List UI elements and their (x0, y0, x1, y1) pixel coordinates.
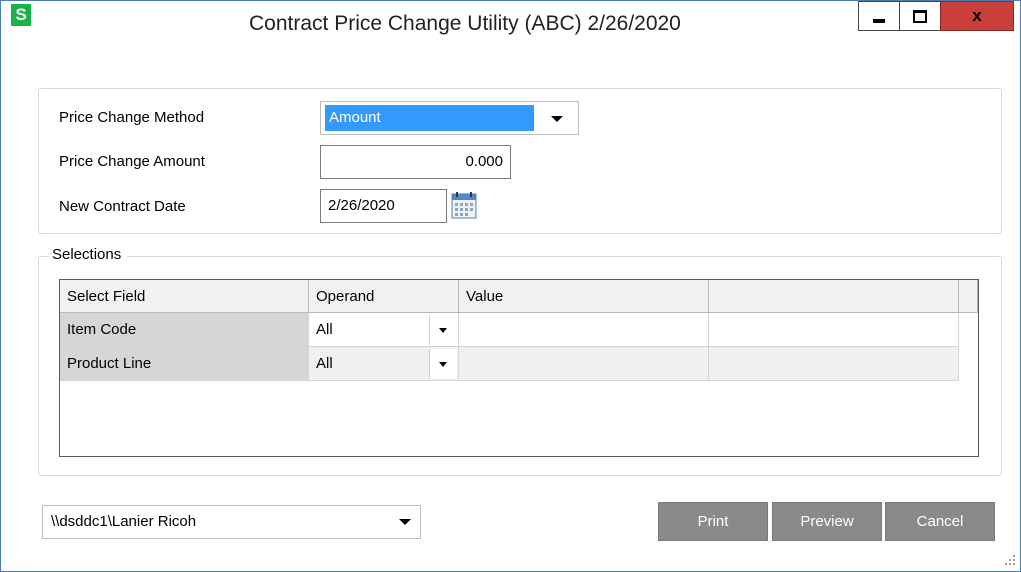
printer-dropdown[interactable]: \\dsddc1\Lanier Ricoh (42, 505, 421, 539)
printer-value: \\dsddc1\Lanier Ricoh (51, 513, 197, 530)
price-change-method-label: Price Change Method (59, 109, 205, 126)
preview-button-label: Preview (800, 513, 854, 530)
operand-value: All (316, 355, 333, 372)
maximize-icon (913, 9, 927, 23)
column-header-select-field[interactable]: Select Field (60, 280, 309, 313)
new-contract-date-label: New Contract Date (59, 198, 186, 215)
app-icon: S (11, 4, 31, 26)
column-header-filler (959, 280, 978, 313)
cancel-button[interactable]: Cancel (885, 502, 995, 541)
chevron-down-icon (551, 116, 563, 122)
chevron-down-icon (439, 328, 447, 333)
column-header-value[interactable]: Value (459, 280, 709, 313)
minimize-icon (873, 19, 885, 23)
operand-value: All (316, 321, 333, 338)
maximize-button[interactable] (899, 1, 941, 31)
blank-cell (709, 347, 959, 381)
price-change-amount-field[interactable]: 0.000 (320, 145, 511, 179)
value-cell[interactable] (459, 313, 709, 347)
calendar-icon[interactable] (451, 192, 477, 219)
column-header-blank[interactable] (709, 280, 959, 313)
selections-legend: Selections (49, 246, 128, 263)
price-change-method-value: Amount (325, 105, 534, 131)
title-bar[interactable]: S Contract Price Change Utility (ABC) 2/… (1, 1, 1020, 39)
chevron-down-icon (439, 362, 447, 367)
close-button[interactable]: x (940, 1, 1014, 31)
main-window: S Contract Price Change Utility (ABC) 2/… (0, 0, 1021, 572)
column-header-operand[interactable]: Operand (309, 280, 459, 313)
table-row-field[interactable]: Product Line (60, 347, 309, 381)
minimize-button[interactable] (858, 1, 900, 31)
new-contract-date-field[interactable]: 2/26/2020 (320, 189, 447, 223)
print-button-label: Print (697, 513, 729, 530)
value-cell[interactable] (459, 347, 709, 381)
operand-dropdown-button[interactable] (429, 315, 457, 345)
cancel-button-label: Cancel (916, 513, 964, 530)
print-button[interactable]: Print (658, 502, 768, 541)
window-title: Contract Price Change Utility (ABC) 2/26… (249, 12, 681, 35)
chevron-down-icon (399, 519, 411, 525)
preview-button[interactable]: Preview (772, 502, 882, 541)
close-icon: x (972, 6, 982, 25)
operand-dropdown-button[interactable] (429, 349, 457, 379)
blank-cell (709, 313, 959, 347)
price-change-method-dropdown[interactable]: Amount (320, 101, 579, 135)
table-row-field[interactable]: Item Code (60, 313, 309, 347)
selections-grid[interactable]: Select Field Operand Value Item Code All… (59, 279, 979, 457)
price-change-amount-label: Price Change Amount (59, 153, 205, 170)
resize-grip-icon[interactable] (1001, 551, 1017, 567)
